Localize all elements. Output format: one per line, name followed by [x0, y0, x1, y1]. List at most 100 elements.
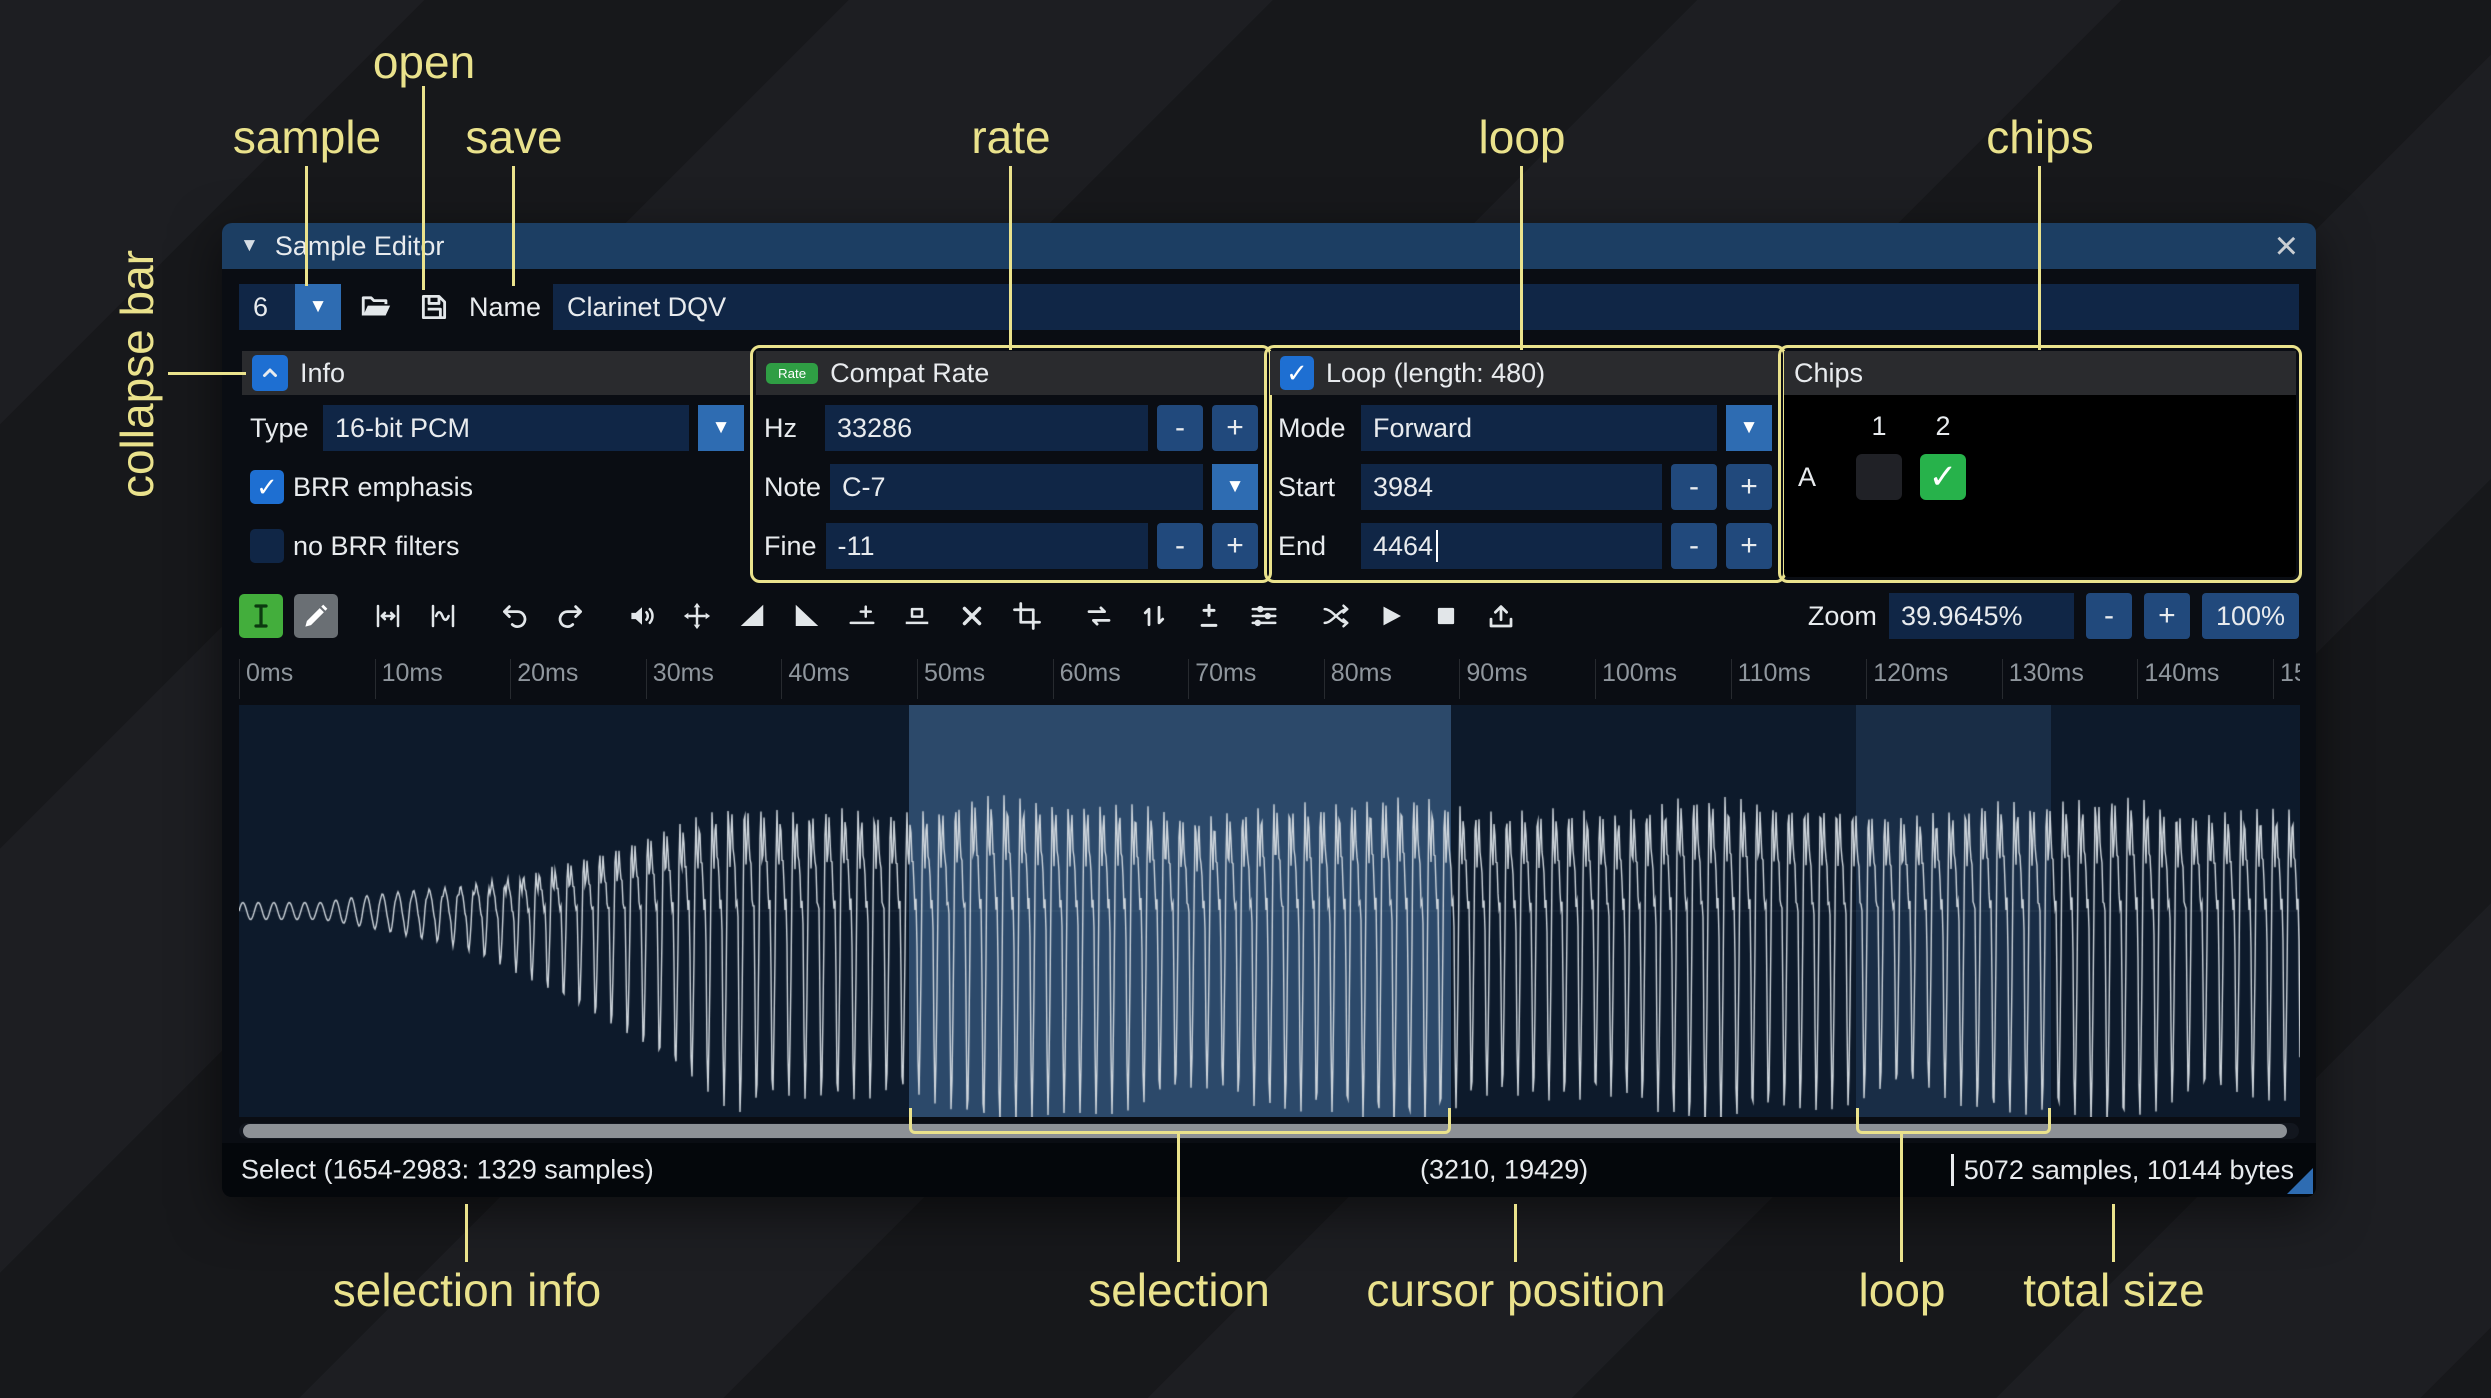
draw-mode-button[interactable] [294, 594, 338, 638]
rate-panel: Rate Compat Rate Hz 33286 - + Note C-7 ▼… [750, 345, 1272, 583]
resize-icon [373, 601, 403, 631]
type-select[interactable]: 16-bit PCM [323, 405, 689, 451]
chips-panel-header: Chips [1784, 351, 2296, 395]
loop-start-input[interactable]: 3984 [1361, 464, 1662, 510]
resize-button[interactable] [366, 594, 410, 638]
fade-out-icon [792, 601, 822, 631]
fine-increment-button[interactable]: + [1212, 523, 1258, 569]
loop-end-increment-button[interactable]: + [1726, 523, 1772, 569]
ruler-label: 0ms [239, 659, 293, 699]
ruler-label: 120ms [1866, 659, 1948, 699]
sample-select[interactable]: 6 ▼ [239, 284, 341, 330]
loop-end-input[interactable]: 4464 [1361, 523, 1662, 569]
chevron-up-icon [258, 361, 282, 385]
play-icon [1376, 601, 1406, 631]
ruler-label: 110ms [1730, 659, 1811, 699]
open-sample-button[interactable] [353, 284, 399, 330]
save-icon [417, 290, 451, 324]
annotation-line-rate [1009, 166, 1012, 350]
check-icon: ✓ [1286, 357, 1308, 388]
chip-row-label: A [1798, 461, 1817, 492]
info-panel: Info Type 16-bit PCM ▼ ✓ BRR emphasis no… [242, 351, 752, 577]
loop-end-decrement-button[interactable]: - [1671, 523, 1717, 569]
rate-tab-button[interactable]: Rate [766, 362, 819, 384]
filter-button[interactable] [1242, 594, 1286, 638]
resize-grip[interactable] [2287, 1168, 2313, 1194]
info-panel-header: Info [242, 351, 752, 395]
delete-button[interactable] [950, 594, 994, 638]
chip-column-label: 2 [1935, 411, 1951, 441]
trim-button[interactable] [1005, 594, 1049, 638]
annotation-selection: selection [1088, 1264, 1270, 1316]
chip-enable-checkbox-2[interactable]: ✓ [1920, 454, 1966, 500]
annotation-line-loop-top [1520, 166, 1523, 350]
hz-input[interactable]: 33286 [825, 405, 1148, 451]
brr-emphasis-label: BRR emphasis [293, 471, 474, 502]
hz-increment-button[interactable]: + [1212, 405, 1258, 451]
stop-button[interactable] [1424, 594, 1468, 638]
insert-silence-button[interactable] [840, 594, 884, 638]
check-icon: ✓ [256, 471, 278, 502]
window-collapse-icon[interactable]: ▼ [240, 235, 259, 257]
upload-icon [1486, 601, 1516, 631]
sample-toolbar: Zoom 39.9645% - + 100% [239, 589, 2299, 643]
ruler-label: 150ms [2273, 659, 2300, 699]
crossfade-loop-button[interactable] [1314, 594, 1358, 638]
selection-region[interactable] [909, 705, 1451, 1117]
zoom-in-button[interactable]: + [2143, 593, 2190, 639]
crossfade-icon [1321, 601, 1351, 631]
apply-silence-button[interactable] [895, 594, 939, 638]
collapse-bar-button[interactable] [252, 355, 288, 391]
redo-button[interactable] [548, 594, 592, 638]
reverse-button[interactable] [1077, 594, 1121, 638]
annotation-line-loop-bottom [1900, 1134, 1903, 1262]
pencil-icon [301, 601, 331, 631]
total-size-text: 5072 samples, 10144 bytes [1951, 1154, 2294, 1186]
chevron-down-icon[interactable]: ▼ [1212, 464, 1258, 510]
create-wavetable-button[interactable] [1479, 594, 1523, 638]
amplify-button[interactable] [620, 594, 664, 638]
chevron-down-icon[interactable]: ▼ [698, 405, 744, 451]
chevron-down-icon[interactable]: ▼ [1726, 405, 1772, 451]
resample-button[interactable] [421, 594, 465, 638]
sign-flip-button[interactable] [1187, 594, 1231, 638]
annotation-line-selection [1177, 1134, 1180, 1262]
fine-input[interactable]: -11 [825, 523, 1148, 569]
annotation-chips: chips [1986, 111, 2094, 163]
brr-emphasis-checkbox[interactable]: ✓ [250, 470, 284, 504]
waveform-view[interactable] [239, 705, 2300, 1117]
no-brr-filters-checkbox[interactable] [250, 529, 284, 563]
normalize-button[interactable] [675, 594, 719, 638]
chip-enable-checkbox-1[interactable] [1856, 454, 1902, 500]
loop-region[interactable] [1856, 705, 2051, 1117]
save-sample-button[interactable] [411, 284, 457, 330]
loop-start-increment-button[interactable]: + [1726, 464, 1772, 510]
type-label: Type [250, 412, 309, 443]
annotation-line-total-size [2112, 1204, 2115, 1262]
sample-editor-window: ▼ Sample Editor × 6 ▼ Name Clarinet DQV … [222, 223, 2316, 1197]
undo-button[interactable] [493, 594, 537, 638]
title-bar[interactable]: ▼ Sample Editor × [222, 223, 2316, 269]
loop-mode-select[interactable]: Forward [1361, 405, 1717, 451]
fade-out-button[interactable] [785, 594, 829, 638]
hz-decrement-button[interactable]: - [1157, 405, 1203, 451]
zoom-input[interactable]: 39.9645% [1888, 593, 2074, 639]
preview-button[interactable] [1369, 594, 1413, 638]
ruler-label: 130ms [2001, 659, 2084, 699]
zoom-out-button[interactable]: - [2085, 593, 2132, 639]
zoom-reset-button[interactable]: 100% [2201, 593, 2299, 639]
loop-checkbox[interactable]: ✓ [1280, 356, 1314, 390]
annotation-line-cursor-position [1514, 1204, 1517, 1262]
sample-select-value[interactable]: 6 [239, 284, 295, 330]
note-label: Note [764, 471, 822, 502]
fade-in-button[interactable] [730, 594, 774, 638]
note-select[interactable]: C-7 [830, 464, 1203, 510]
loop-panel-header: ✓ Loop (length: 480) [1270, 351, 1780, 395]
fine-decrement-button[interactable]: - [1157, 523, 1203, 569]
invert-button[interactable] [1132, 594, 1176, 638]
select-mode-button[interactable] [239, 594, 283, 638]
stop-icon [1431, 601, 1461, 631]
chevron-down-icon[interactable]: ▼ [295, 284, 341, 330]
close-button[interactable]: × [2275, 226, 2298, 266]
loop-start-decrement-button[interactable]: - [1671, 464, 1717, 510]
